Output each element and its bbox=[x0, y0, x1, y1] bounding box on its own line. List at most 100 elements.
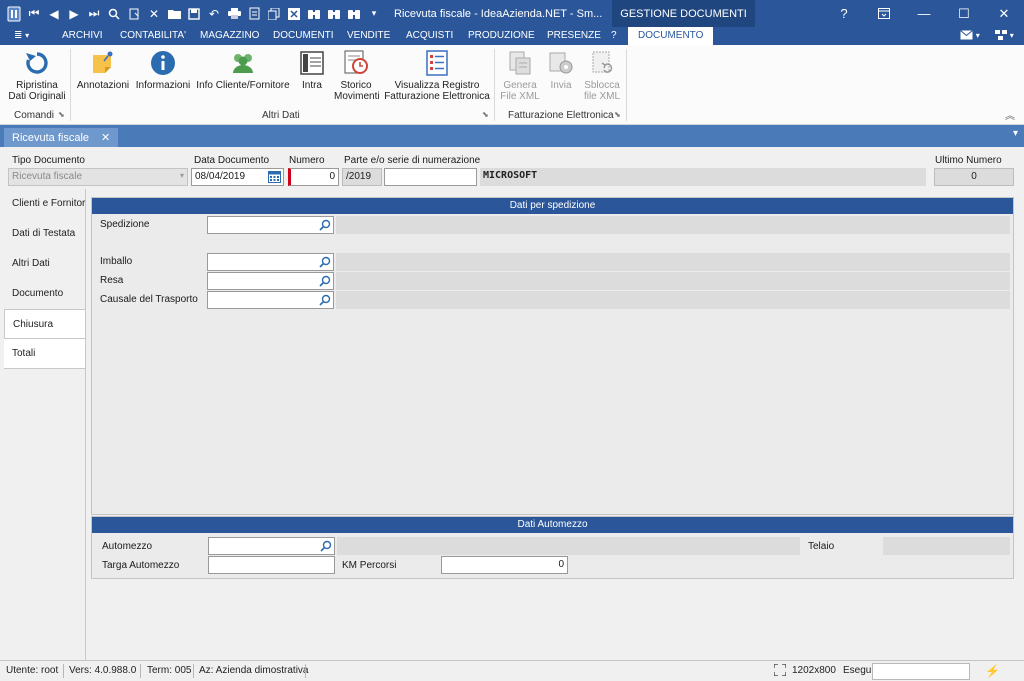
annotazioni-button[interactable]: Annotazioni bbox=[76, 49, 130, 91]
menu-help[interactable]: ? bbox=[611, 27, 617, 45]
km-percorsi-input[interactable]: 0 bbox=[441, 556, 568, 574]
storico-movimenti-button[interactable]: Storico Movimenti bbox=[334, 49, 380, 102]
tab-ricevuta-fiscale[interactable]: Ricevuta fiscale ✕ bbox=[4, 128, 119, 147]
save-icon[interactable] bbox=[184, 4, 204, 24]
last-record-icon[interactable]: ⏭ bbox=[84, 4, 104, 24]
menu-archivi[interactable]: ARCHIVI bbox=[62, 27, 103, 45]
calendar-icon[interactable] bbox=[268, 171, 281, 185]
nav-item-documento[interactable]: Documento bbox=[4, 279, 85, 309]
previous-record-icon[interactable]: ◀ bbox=[44, 4, 64, 24]
ribbon: Ripristina Dati Originali Comandi ⬊ Anno… bbox=[0, 45, 1024, 125]
menu-produzione[interactable]: PRODUZIONE bbox=[468, 27, 535, 45]
collapse-ribbon-icon[interactable]: ︽ bbox=[1005, 107, 1015, 122]
customize-qa-icon[interactable]: ▾ bbox=[364, 4, 384, 24]
search-icon[interactable] bbox=[104, 4, 124, 24]
new-document-icon[interactable] bbox=[124, 4, 144, 24]
lookup-search-icon[interactable] bbox=[319, 256, 331, 268]
attach-icon[interactable] bbox=[244, 4, 264, 24]
resolution-icon[interactable] bbox=[773, 661, 787, 681]
esegui-input[interactable] bbox=[872, 663, 970, 680]
menu-magazzino[interactable]: MAGAZZINO bbox=[200, 27, 259, 45]
nav-item-chiusura[interactable]: Chiusura bbox=[4, 309, 85, 339]
title-bar: ⏮ ◀ ▶ ⏭ ✕ ↶ ▾ Ricevuta fiscale - IdeaAzi… bbox=[0, 0, 1024, 27]
first-record-icon[interactable]: ⏮ bbox=[24, 4, 44, 24]
close-button[interactable]: ✕ bbox=[984, 0, 1024, 27]
nav-item-clienti-fornitori[interactable]: Clienti e Fornitori bbox=[4, 189, 88, 219]
serie-numerazione-field[interactable] bbox=[384, 168, 477, 186]
menu-contabilita[interactable]: CONTABILITA' bbox=[120, 27, 186, 45]
help-button[interactable]: ? bbox=[824, 0, 864, 27]
menu-documenti[interactable]: DOCUMENTI bbox=[273, 27, 334, 45]
storico-movimenti-label: Storico Movimenti bbox=[334, 80, 380, 102]
section-nav: Clienti e Fornitori Dati di Testata Altr… bbox=[4, 189, 88, 660]
status-utente: Utente: root bbox=[6, 665, 59, 676]
spedizione-input[interactable] bbox=[207, 216, 334, 234]
menu-documento[interactable]: DOCUMENTO bbox=[628, 27, 714, 45]
nav-item-dati-testata[interactable]: Dati di Testata bbox=[4, 219, 85, 249]
next-record-icon[interactable]: ▶ bbox=[64, 4, 84, 24]
info-cliente-label: Info Cliente/Fornitore bbox=[196, 80, 290, 91]
binoculars-all-icon[interactable] bbox=[344, 4, 364, 24]
print-icon[interactable] bbox=[224, 4, 244, 24]
targa-automezzo-input[interactable] bbox=[208, 556, 335, 574]
visualizza-registro-button[interactable]: Visualizza Registro Fatturazione Elettro… bbox=[384, 49, 490, 102]
close-tab-icon[interactable]: ✕ bbox=[101, 131, 110, 144]
menu-acquisti[interactable]: ACQUISTI bbox=[406, 27, 453, 45]
nav-item-altri-dati[interactable]: Altri Dati bbox=[4, 249, 85, 279]
ribbon-separator bbox=[494, 49, 495, 121]
lookup-search-icon[interactable] bbox=[320, 540, 332, 552]
group-fatturazione-launcher-icon[interactable]: ⬊ bbox=[614, 110, 621, 119]
nav-item-totali[interactable]: Totali bbox=[4, 339, 85, 369]
undo-icon[interactable]: ↶ bbox=[204, 4, 224, 24]
genera-file-xml-label: Genera File XML bbox=[500, 80, 540, 102]
parte-serie-label: Parte e/o serie di numerazione bbox=[344, 155, 481, 166]
folder-icon[interactable] bbox=[164, 4, 184, 24]
imballo-input[interactable] bbox=[207, 253, 334, 271]
dati-spedizione-title: Dati per spedizione bbox=[92, 198, 1013, 214]
data-documento-field[interactable]: 08/04/2019 bbox=[191, 168, 284, 186]
restore-ribbon-button[interactable] bbox=[864, 0, 904, 27]
bolt-icon[interactable]: ⚡ bbox=[985, 661, 1000, 681]
group-comandi-label: Comandi bbox=[14, 110, 55, 121]
register-list-icon bbox=[426, 50, 448, 76]
invia-button[interactable]: Invia bbox=[544, 49, 578, 91]
numero-field[interactable]: 0 bbox=[288, 168, 339, 186]
data-documento-label: Data Documento bbox=[194, 155, 270, 166]
group-altri-launcher-icon[interactable]: ⬊ bbox=[482, 110, 489, 119]
export-icon[interactable] bbox=[284, 4, 304, 24]
imballo-label: Imballo bbox=[100, 256, 133, 267]
status-resolution: 1202x800 bbox=[792, 665, 836, 676]
sblocca-file-xml-button[interactable]: Sblocca file XML bbox=[582, 49, 622, 102]
menu-presenze[interactable]: PRESENZE bbox=[547, 27, 601, 45]
info-cliente-button[interactable]: Info Cliente/Fornitore bbox=[196, 49, 290, 91]
ripristina-dati-button[interactable]: Ripristina Dati Originali bbox=[8, 49, 66, 102]
dati-automezzo-title: Dati Automezzo bbox=[92, 517, 1013, 533]
app-menu-button[interactable]: ≣ ▾ bbox=[14, 27, 29, 45]
copy-icon[interactable] bbox=[264, 4, 284, 24]
binoculars-next-icon[interactable] bbox=[324, 4, 344, 24]
causale-trasporto-input[interactable] bbox=[207, 291, 334, 309]
delete-icon[interactable]: ✕ bbox=[144, 4, 164, 24]
resa-input[interactable] bbox=[207, 272, 334, 290]
lookup-search-icon[interactable] bbox=[319, 275, 331, 287]
app-logo-icon[interactable] bbox=[4, 4, 24, 24]
sticky-note-icon bbox=[93, 51, 113, 73]
esegui-label: Esegui bbox=[843, 665, 874, 676]
maximize-button[interactable]: ☐ bbox=[944, 0, 984, 27]
binoculars-icon[interactable] bbox=[304, 4, 324, 24]
lookup-search-icon[interactable] bbox=[319, 294, 331, 306]
menu-vendite[interactable]: VENDITE bbox=[347, 27, 390, 45]
informazioni-button[interactable]: Informazioni bbox=[134, 49, 192, 91]
intra-label: Intra bbox=[301, 80, 322, 91]
tab-list-chevron-icon[interactable]: ▾ bbox=[1013, 128, 1018, 139]
mail-icon[interactable]: ▾ bbox=[960, 27, 980, 45]
tipo-documento-select[interactable]: Ricevuta fiscale ▾ bbox=[8, 168, 188, 186]
automezzo-input[interactable] bbox=[208, 537, 335, 555]
lookup-search-icon[interactable] bbox=[319, 219, 331, 231]
group-comandi-launcher-icon[interactable]: ⬊ bbox=[58, 110, 65, 119]
minimize-button[interactable]: — bbox=[904, 0, 944, 27]
genera-file-xml-button[interactable]: Genera File XML bbox=[500, 49, 540, 102]
intra-button[interactable]: Intra bbox=[294, 49, 330, 91]
layout-icon[interactable]: ▾ bbox=[995, 27, 1014, 45]
window-title: Ricevuta fiscale - IdeaAzienda.NET - Sm.… bbox=[394, 7, 603, 20]
